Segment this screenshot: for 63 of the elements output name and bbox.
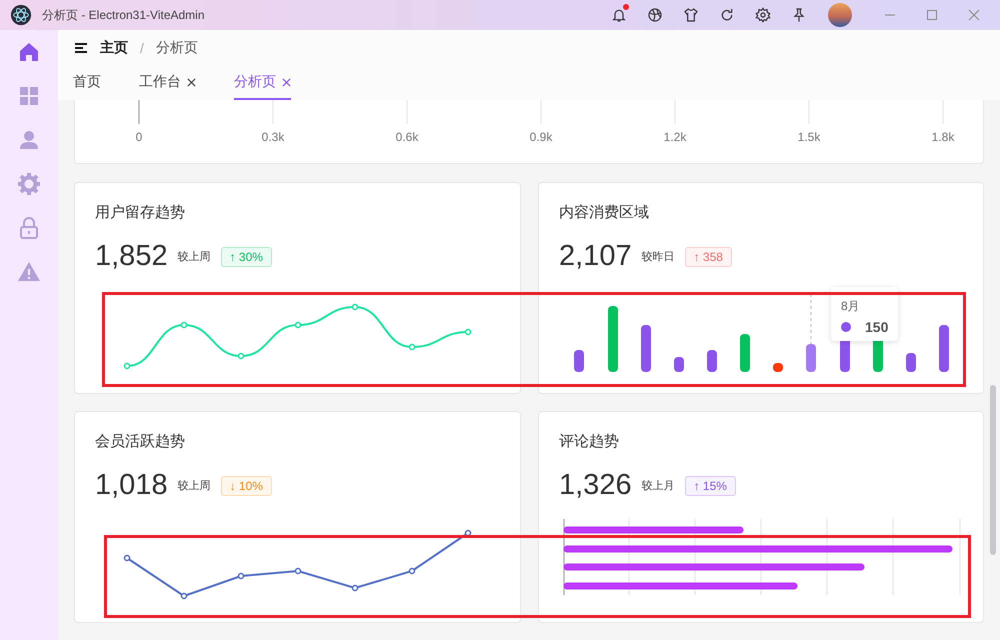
bar [939, 325, 949, 372]
breadcrumb-item[interactable]: 主页 [100, 39, 128, 57]
compare-label: 较上月 [642, 479, 675, 493]
globe-icon[interactable] [647, 7, 663, 23]
data-point [408, 344, 416, 350]
close-icon[interactable] [187, 78, 196, 86]
user-avatar[interactable] [828, 3, 852, 27]
breadcrumb-separator: / [140, 40, 144, 56]
app-logo-icon [10, 4, 32, 26]
bar [674, 357, 684, 372]
trend-badge: ↑ 15% [684, 476, 736, 496]
settings-icon[interactable] [755, 7, 771, 23]
data-point [180, 592, 188, 600]
data-point [238, 352, 244, 360]
bar [641, 325, 651, 372]
maximize-icon[interactable] [925, 8, 939, 22]
data-point [352, 304, 358, 310]
bar [707, 350, 717, 372]
bar [574, 350, 584, 372]
shirt-icon[interactable] [683, 7, 699, 23]
data-point [464, 328, 472, 336]
series-dot-icon [841, 322, 851, 332]
bar [906, 353, 916, 372]
page-tab[interactable]: 工作台 [139, 66, 196, 100]
bell-icon[interactable] [611, 7, 627, 23]
compare-label: 较上周 [178, 479, 211, 493]
bar [608, 306, 618, 372]
stat-value: 1,852 [95, 240, 168, 273]
trend-badge: ↑ 30% [220, 246, 272, 266]
data-point [408, 568, 416, 574]
compare-label: 较昨日 [642, 250, 675, 264]
card-title: 评论趋势 [559, 432, 619, 451]
data-point [352, 584, 358, 592]
card-title: 会员活跃趋势 [95, 432, 185, 451]
close-icon[interactable] [282, 78, 291, 86]
window-title: 分析页 - Electron31-ViteAdmin [42, 6, 206, 24]
data-point [124, 554, 130, 562]
refresh-icon[interactable] [719, 7, 735, 23]
data-point [124, 362, 130, 370]
tooltip-label: 8月 [841, 298, 861, 315]
tooltip-value: 150 [865, 319, 888, 335]
menu-icon[interactable] [74, 41, 88, 55]
bar [773, 363, 783, 372]
card-title: 用户留存趋势 [95, 203, 185, 222]
trend-badge: ↑ 358 [684, 246, 732, 266]
bar [740, 334, 750, 372]
bar [806, 344, 816, 372]
page-tab[interactable]: 首页 [73, 66, 101, 100]
breadcrumb-item[interactable]: 分析页 [156, 39, 198, 57]
data-point [464, 530, 472, 536]
pin-icon[interactable] [791, 7, 807, 23]
compare-label: 较上周 [178, 250, 211, 264]
data-point [180, 322, 188, 328]
stat-value: 2,107 [559, 240, 632, 273]
data-point [294, 568, 302, 574]
stat-value: 1,326 [559, 469, 632, 502]
home-icon[interactable] [17, 40, 41, 64]
stat-value: 1,018 [95, 469, 168, 502]
trend-badge: ↓ 10% [220, 476, 272, 496]
chart-axis: 0 0.3k 0.6k 0.9k 1.2k 1.5k 1.8k [75, 100, 983, 163]
data-point [294, 322, 302, 328]
data-point [238, 572, 244, 580]
card-title: 内容消费区域 [559, 203, 649, 222]
